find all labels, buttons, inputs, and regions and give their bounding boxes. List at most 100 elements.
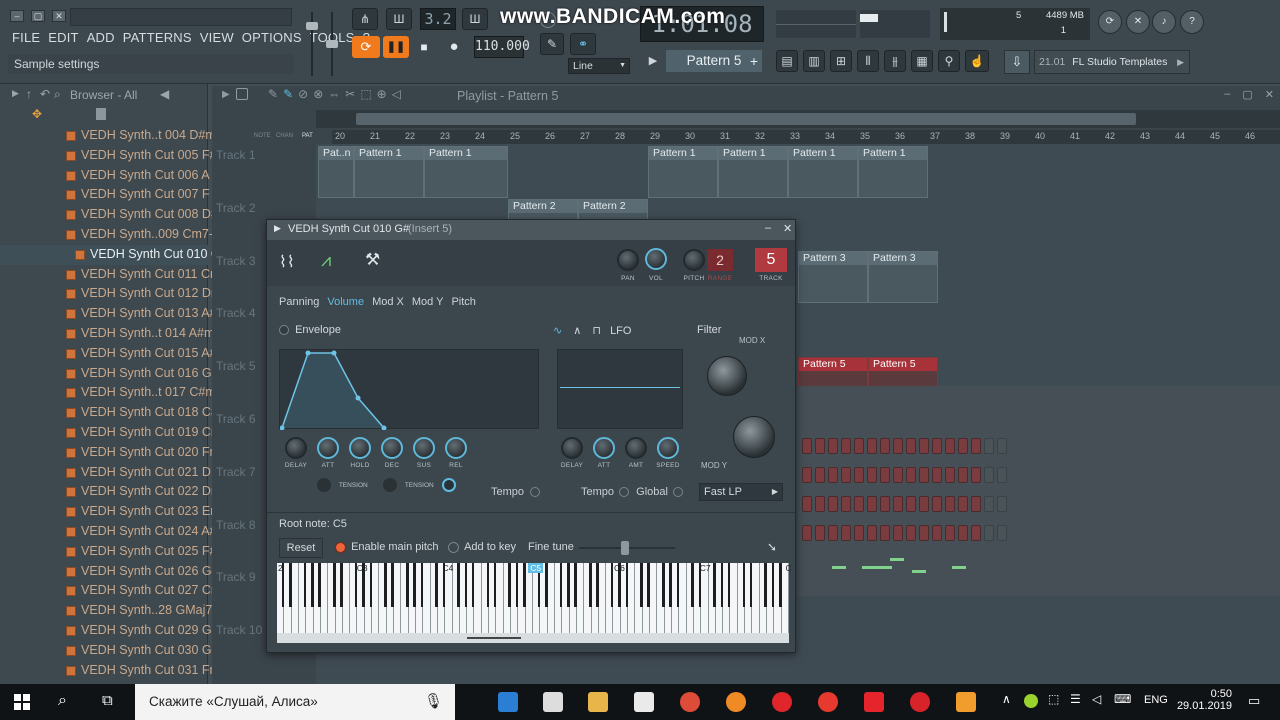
pan-knob[interactable] [617,249,639,271]
tension-knob[interactable] [383,478,397,492]
news-panel[interactable]: 21.01 FL Studio Templates ▶ [1034,50,1190,74]
yandex-icon[interactable] [864,692,884,712]
maximize-button[interactable]: ▢ [31,10,45,22]
tools-cross-icon[interactable]: ✕ [1126,10,1150,34]
step-button[interactable] [854,496,864,512]
browser-item[interactable]: VEDH Synth Cut 013 A# [0,304,217,324]
wrench-icon[interactable]: ⚒ [365,250,380,270]
step-button[interactable] [971,496,981,512]
step-button[interactable] [828,496,838,512]
env-tempo-toggle[interactable]: Tempo [491,486,541,498]
step-button[interactable] [867,438,877,454]
pencil-tool-icon[interactable]: ✎ [540,33,564,55]
step-button[interactable] [958,438,968,454]
tab-mod-y[interactable]: Mod Y [412,296,444,308]
browser-item[interactable]: VEDH Synth Cut 030 Gm9 [0,641,229,661]
add-pattern-icon[interactable]: + [746,50,762,72]
search-box[interactable]: Скажите «Слушай, Алиса» 🎙 [135,684,455,720]
mixer-alt-icon[interactable]: ⫵ [884,50,906,72]
step-button[interactable] [854,525,864,541]
white-key[interactable] [781,563,789,633]
track-value[interactable]: 5 [755,248,787,272]
white-key[interactable] [342,563,351,633]
step-button[interactable] [945,525,955,541]
mixer-icon[interactable]: ⫴ [857,50,879,72]
task-view-icon[interactable]: ⧉ [102,692,113,709]
browser-item[interactable]: VEDH Synth Cut 026 G# [0,562,219,582]
knob-hold[interactable] [349,437,371,459]
close-icon[interactable]: ✕ [783,222,792,235]
step-button[interactable] [945,496,955,512]
step-button[interactable] [984,496,994,512]
track-header[interactable]: Track 2 [216,201,316,215]
white-key[interactable] [576,563,585,633]
clip-pattern-3[interactable]: Pattern 3 [798,251,868,303]
browser-file-icon[interactable] [96,108,106,120]
clip-pattern-1[interactable]: Pattern 1 [858,146,928,198]
step-button[interactable] [932,438,942,454]
white-key[interactable] [752,563,760,633]
slice-tool-icon[interactable]: ✂ [345,87,355,101]
white-key[interactable] [547,563,555,633]
master-volume-slider[interactable] [306,12,318,76]
white-key[interactable] [628,563,636,633]
menu-options[interactable]: OPTIONS [238,30,306,48]
keyboard-scrollbar[interactable] [277,633,789,643]
enable-main-pitch-toggle[interactable]: Enable main pitch [335,541,439,553]
tray-app-icon[interactable] [1024,694,1038,708]
browser-back-icon[interactable]: ↶ [40,87,50,101]
browser-item[interactable]: VEDH Synth..t 014 A#m9 [0,324,221,344]
step-button[interactable] [880,438,890,454]
white-key[interactable] [445,563,453,633]
browser-menu-arrow-icon[interactable]: ▶ [12,88,19,99]
step-button[interactable] [802,438,812,454]
step-button[interactable] [906,525,916,541]
envelope-icon[interactable]: ⩘ [321,250,331,271]
step-button[interactable] [867,496,877,512]
minimize-icon[interactable]: – [1224,88,1230,101]
browser-item[interactable]: VEDH Synth Cut 011 Cm [0,265,220,285]
delete-tool-icon[interactable]: ⊘ [298,87,308,101]
white-key[interactable] [496,563,504,633]
browser-item[interactable]: VEDH Synth..t 004 D#m9 [0,126,223,146]
browser-item[interactable]: VEDH Synth..t 017 C#m9 [0,383,223,403]
channel-title-bar[interactable]: ▶ VEDH Synth Cut 010 G# (Insert 5) – ✕ [267,220,795,240]
white-key[interactable] [701,563,709,633]
white-key[interactable] [650,563,658,633]
step-button[interactable] [971,438,981,454]
menu-edit[interactable]: EDIT [44,30,82,48]
browser-item[interactable]: VEDH Synth Cut 024 A#m [0,522,227,542]
knob-delay[interactable] [285,437,307,459]
browser-item[interactable]: VEDH Synth Cut 019 Cm9 [0,423,228,443]
root-note-keyboard[interactable]: 2 C3 C4 C5 C6 C7 C [277,563,792,643]
browser-item[interactable]: VEDH Synth Cut 018 C#m [0,403,228,423]
step-button[interactable] [919,467,929,483]
filter-cutoff-knob[interactable] [707,356,747,396]
clip-pattern-3[interactable]: Pattern 3 [868,251,938,303]
step-button[interactable] [958,467,968,483]
step-button[interactable] [932,496,942,512]
step-button[interactable] [880,525,890,541]
step-button[interactable] [828,525,838,541]
clip-pattern-1[interactable]: Pattern 1 [424,146,508,198]
step-button[interactable] [815,438,825,454]
envelope-graph[interactable] [279,349,539,431]
draw-tool-icon[interactable]: ✎ [268,87,278,101]
channel-menu-arrow-icon[interactable]: ▶ [274,223,281,234]
knob-att[interactable] [317,437,339,459]
add-to-key-toggle[interactable]: Add to key [448,541,516,553]
microphone-icon[interactable]: ♪ [1152,10,1176,34]
yandex-browser-icon[interactable] [818,692,838,712]
browser-item[interactable]: VEDH Synth Cut 012 Dm [0,284,221,304]
browser-speaker-icon[interactable]: ◀ [160,87,169,101]
volume-icon[interactable]: ◁ [1092,692,1101,706]
menu-view[interactable]: VIEW [196,30,238,48]
search-icon[interactable]: ⌕ [58,692,67,710]
tab-pitch[interactable]: Pitch [451,296,475,308]
browser-item[interactable]: VEDH Synth Cut 015 A#m [0,344,227,364]
tempo-display[interactable]: 110.000 [474,36,530,58]
keyboard-icon[interactable]: ⌨ [1114,692,1131,706]
browser-icon[interactable]: ▦ [911,50,933,72]
step-button[interactable] [945,438,955,454]
white-key[interactable] [394,563,402,633]
